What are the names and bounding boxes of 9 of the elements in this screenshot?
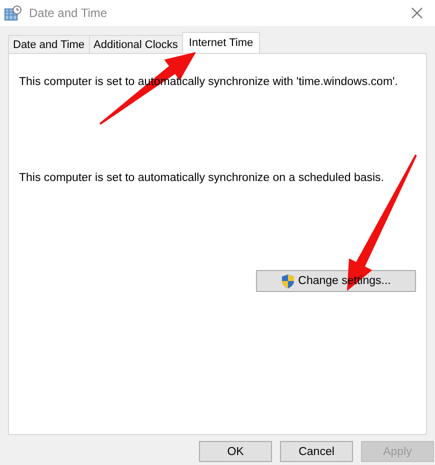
dialog-button[interactable]: OK	[199, 441, 272, 462]
close-icon[interactable]	[411, 7, 423, 19]
tab[interactable]: Internet Time	[182, 32, 260, 53]
sync-message: This computer is set to automatically synchronize on a scheduled basis.	[19, 172, 385, 184]
shield-icon	[281, 274, 296, 288]
calendar-clock-icon	[4, 5, 22, 21]
tab[interactable]: Date and Time	[8, 35, 90, 53]
dialog-button[interactable]: Cancel	[280, 441, 353, 462]
window-title: Date and Time	[29, 6, 108, 20]
